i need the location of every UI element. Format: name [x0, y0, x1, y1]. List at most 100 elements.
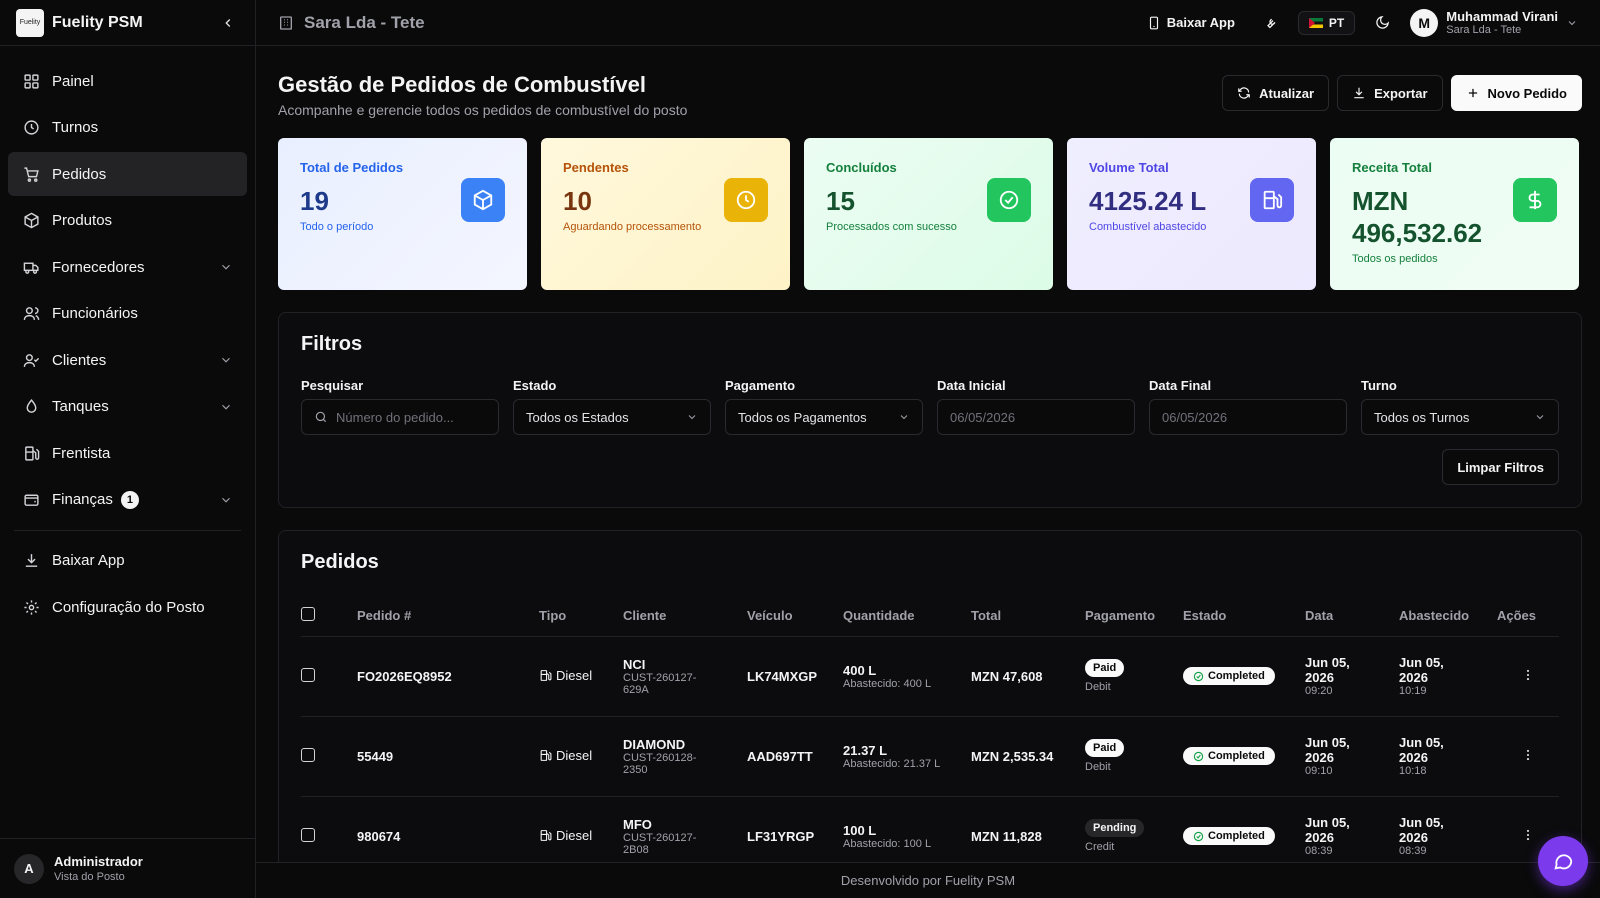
order-id[interactable]: 980674 [357, 796, 539, 869]
data-final-input[interactable]: 06/05/2026 [1149, 399, 1347, 435]
sidebar-item-turnos[interactable]: Turnos [8, 106, 247, 150]
sidebar-item-label: Fornecedores [52, 258, 145, 276]
more-vertical-icon[interactable] [1521, 828, 1535, 842]
fuel-time: 10:18 [1399, 765, 1427, 777]
row-checkbox[interactable] [301, 827, 315, 842]
clear-filters-button[interactable]: Limpar Filtros [1442, 449, 1559, 485]
order-status-badge: Completed [1183, 827, 1275, 845]
sidebar-item-frentista[interactable]: Frentista [8, 431, 247, 475]
row-checkbox[interactable] [301, 747, 315, 762]
payment-method: Credit [1085, 841, 1115, 853]
select-all-checkbox[interactable] [301, 607, 315, 622]
language-selector[interactable]: PT [1297, 10, 1356, 35]
sidebar-item-baixar-app[interactable]: Baixar App [8, 539, 247, 583]
sidebar-item-label: Clientes [52, 351, 107, 369]
brand-logo-text: Fuelity [19, 19, 41, 26]
export-button[interactable]: Exportar [1337, 75, 1443, 111]
sidebar-item-configuracao[interactable]: Configuração do Posto [8, 585, 247, 629]
order-time: 08:39 [1305, 845, 1333, 857]
vehicle: AAD697TT [747, 716, 843, 797]
filters-title: Filtros [301, 333, 363, 355]
collapse-sidebar-button[interactable] [217, 12, 239, 34]
chevron-down-icon[interactable] [219, 353, 233, 367]
theme-toggle[interactable] [1367, 9, 1398, 36]
fuel-icon [540, 829, 552, 841]
cart-icon [22, 165, 40, 183]
sidebar-item-tanques[interactable]: Tanques [8, 385, 247, 429]
sidebar-item-label: Funcionários [52, 305, 138, 322]
new-order-button[interactable]: Novo Pedido [1450, 75, 1582, 111]
order-id[interactable]: 55449 [357, 716, 539, 797]
col-header[interactable]: Pagamento [1085, 596, 1183, 637]
stat-label: Total de Pedidos [300, 160, 404, 175]
sidebar-item-produtos[interactable]: Produtos [8, 199, 247, 243]
data-final-label: Data Final [1149, 378, 1212, 393]
more-vertical-icon[interactable] [1521, 748, 1535, 762]
wallet-icon [22, 491, 40, 509]
col-header[interactable]: Abastecido [1399, 596, 1497, 637]
data-inicial-input[interactable]: 06/05/2026 [937, 399, 1135, 435]
client-code: CUST-260127-2B08 [623, 831, 697, 856]
download-app-button[interactable]: Baixar App [1139, 9, 1243, 36]
stat-card-pending: Pendentes 10 Aguardando processamento [541, 138, 790, 290]
table-row[interactable]: 55449 Diesel DIAMOND CUST-260128-2350 AAD… [301, 716, 1559, 797]
col-header[interactable]: Pedido # [357, 596, 539, 637]
refresh-label: Atualizar [1259, 85, 1315, 101]
fuel-type: Diesel [556, 827, 593, 843]
row-checkbox[interactable] [301, 667, 315, 682]
turno-select[interactable]: Todos os Turnos [1361, 399, 1559, 435]
search-input[interactable] [336, 409, 486, 425]
sidebar-item-pedidos[interactable]: Pedidos [8, 152, 247, 196]
user-role: Vista do Posto [54, 871, 125, 883]
fuel-icon [540, 749, 552, 761]
sidebar-item-label: Produtos [52, 212, 113, 229]
col-header[interactable]: Cliente [623, 596, 747, 637]
sidebar-item-clientes[interactable]: Clientes [8, 338, 247, 382]
truck-icon [22, 258, 40, 276]
order-id[interactable]: FO2026EQ8952 [357, 636, 539, 717]
sidebar: Fuelity Fuelity PSM Painel Turnos Pedido… [0, 0, 256, 898]
order-status-badge: Completed [1183, 667, 1275, 685]
quantity: 21.37 L [843, 742, 888, 758]
search-label: Pesquisar [301, 378, 364, 393]
col-header[interactable]: Total [971, 596, 1085, 637]
sidebar-item-label: Tanques [52, 398, 109, 415]
estado-select[interactable]: Todos os Estados [513, 399, 711, 435]
estado-value: Todos os Estados [526, 409, 629, 425]
client-name: DIAMOND [623, 736, 686, 752]
smartphone-icon [1149, 16, 1158, 29]
chevron-down-icon[interactable] [219, 400, 233, 414]
col-header[interactable]: Veículo [747, 596, 843, 637]
orders-title: Pedidos [301, 551, 379, 573]
user-menu[interactable]: M Muhammad Virani Sara Lda - Tete [1410, 8, 1578, 37]
fuel-date: Jun 05, 2026 [1399, 815, 1444, 845]
data-inicial-value: 06/05/2026 [950, 409, 1016, 425]
table-row[interactable]: FO2026EQ8952 Diesel NCI CUST-260127-629A … [301, 636, 1559, 717]
chat-button[interactable] [1538, 836, 1588, 886]
station-name: Sara Lda - Tete [278, 13, 1139, 33]
col-header[interactable]: Quantidade [843, 596, 971, 637]
col-header[interactable]: Estado [1183, 596, 1305, 637]
sidebar-item-painel[interactable]: Painel [8, 59, 247, 103]
chat-icon [1554, 854, 1573, 870]
tools-button[interactable] [1255, 9, 1286, 36]
sidebar-item-funcionarios[interactable]: Funcionários [8, 292, 247, 336]
chevron-down-icon[interactable] [219, 493, 233, 507]
payment-status-badge: Paid [1085, 659, 1125, 677]
stat-desc: Processados com sucesso [826, 221, 957, 233]
col-header[interactable]: Data [1305, 596, 1399, 637]
order-date: Jun 05, 2026 [1305, 655, 1350, 685]
sidebar-item-label: Frentista [52, 444, 111, 462]
sidebar-user[interactable]: A Administrador Vista do Posto [0, 838, 255, 898]
col-header[interactable]: Tipo [539, 596, 623, 637]
stat-value: MZN 496,532.62 [1352, 186, 1483, 248]
check-circle-icon [1193, 671, 1204, 681]
table-row[interactable]: 980674 Diesel MFO CUST-260127-2B08 LF31YR… [301, 796, 1559, 869]
chevron-down-icon[interactable] [219, 260, 233, 274]
more-vertical-icon[interactable] [1521, 668, 1535, 682]
refresh-button[interactable]: Atualizar [1222, 75, 1330, 111]
pagamento-select[interactable]: Todos os Pagamentos [725, 399, 923, 435]
orders-panel: Pedidos Pedido # Tipo Cliente Veículo Qu… [278, 530, 1582, 870]
sidebar-item-fornecedores[interactable]: Fornecedores [8, 245, 247, 289]
sidebar-item-financas[interactable]: Finanças 1 [8, 478, 247, 522]
